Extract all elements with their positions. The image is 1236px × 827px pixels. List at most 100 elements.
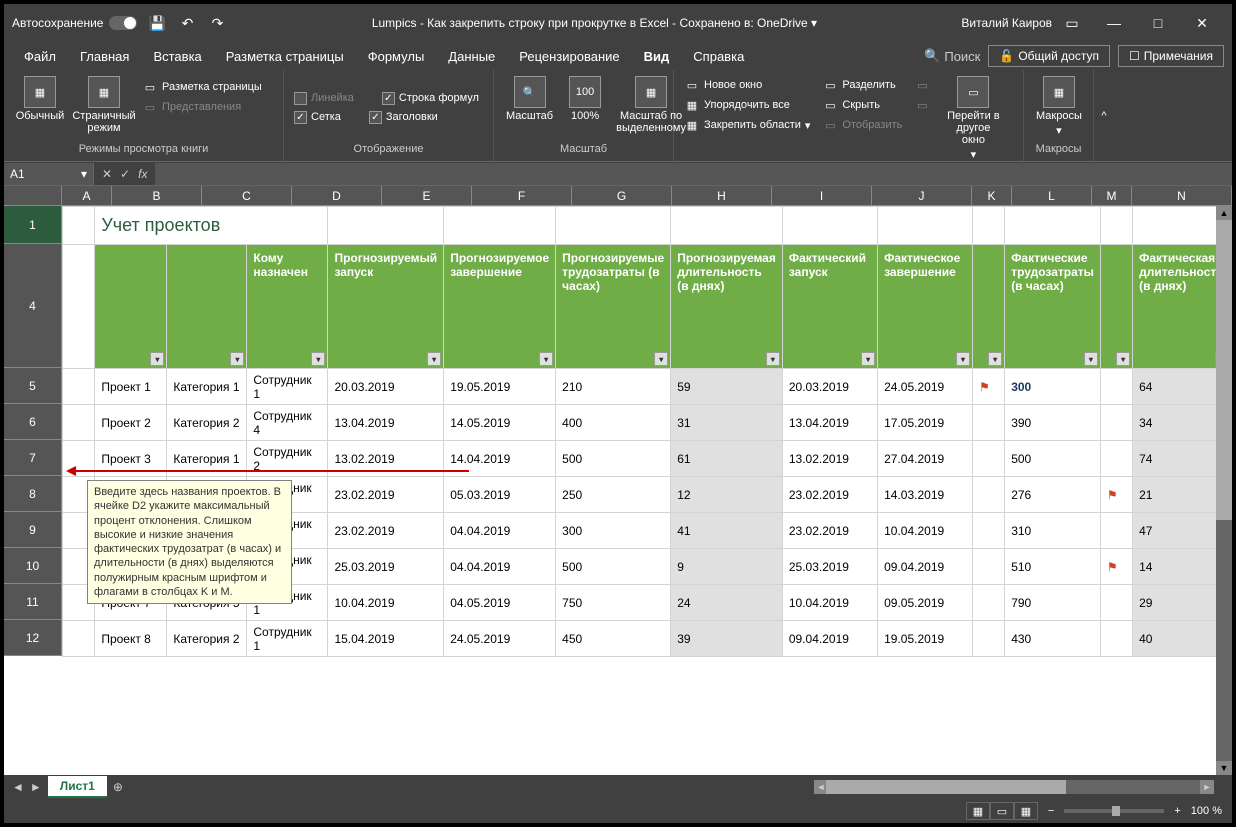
- macros-button[interactable]: ▦Макросы ▾: [1030, 74, 1088, 141]
- tab-review[interactable]: Рецензирование: [507, 45, 631, 68]
- cell[interactable]: 310: [1005, 513, 1101, 549]
- maximize-button[interactable]: □: [1136, 8, 1180, 38]
- arrange-all-button[interactable]: ▦Упорядочить все: [680, 96, 814, 114]
- column-header[interactable]: M: [1092, 186, 1132, 206]
- cell[interactable]: 24.05.2019: [444, 621, 556, 657]
- cell[interactable]: 31: [671, 405, 783, 441]
- select-all-corner[interactable]: [4, 186, 62, 206]
- cell[interactable]: 14.05.2019: [444, 405, 556, 441]
- cell[interactable]: 41: [671, 513, 783, 549]
- cell[interactable]: Проект 8: [95, 621, 167, 657]
- cell[interactable]: 790: [1005, 585, 1101, 621]
- search-box[interactable]: 🔍 Поиск: [924, 48, 980, 64]
- scroll-down-icon[interactable]: ▼: [1216, 761, 1232, 775]
- header-cell[interactable]: Прогнозируемые трудозатраты (в часах)▾: [556, 245, 671, 369]
- cell[interactable]: 12: [671, 477, 783, 513]
- tab-data[interactable]: Данные: [436, 45, 507, 68]
- cell[interactable]: 250: [556, 477, 671, 513]
- cell[interactable]: 276: [1005, 477, 1101, 513]
- column-header[interactable]: N: [1132, 186, 1232, 206]
- column-header[interactable]: L: [1012, 186, 1092, 206]
- reset-window-button[interactable]: ▭: [910, 96, 934, 114]
- filter-button[interactable]: ▾: [654, 352, 668, 366]
- header-cell[interactable]: Фактический запуск▾: [782, 245, 877, 369]
- cell[interactable]: [63, 405, 95, 441]
- share-button[interactable]: 🔓 Общий доступ: [988, 45, 1110, 67]
- column-header[interactable]: I: [772, 186, 872, 206]
- formula-input[interactable]: [155, 163, 1232, 185]
- cell[interactable]: 13.04.2019: [782, 405, 877, 441]
- new-window-button[interactable]: ▭Новое окно: [680, 76, 814, 94]
- row-header[interactable]: 1: [4, 206, 62, 244]
- normal-view-button[interactable]: ▦Обычный: [10, 74, 70, 141]
- fx-icon[interactable]: fx: [138, 167, 147, 181]
- cell[interactable]: Сотрудник 4: [247, 405, 328, 441]
- cell[interactable]: 25.03.2019: [328, 549, 444, 585]
- page-break-view-button[interactable]: ▦Страничный режим: [74, 74, 134, 141]
- unhide-button[interactable]: ▭Отобразить: [818, 116, 906, 134]
- cell[interactable]: Категория 2: [167, 621, 247, 657]
- row-header[interactable]: 4: [4, 244, 62, 368]
- cell[interactable]: [63, 621, 95, 657]
- filter-button[interactable]: ▾: [311, 352, 325, 366]
- collapse-ribbon-button[interactable]: ^: [1094, 70, 1114, 161]
- comments-button[interactable]: ☐ Примечания: [1118, 45, 1224, 67]
- cell[interactable]: 20.03.2019: [782, 369, 877, 405]
- zoom-slider[interactable]: [1064, 809, 1164, 813]
- zoom-100-button[interactable]: 100100%: [563, 74, 607, 141]
- cell[interactable]: 10.04.2019: [878, 513, 973, 549]
- cell[interactable]: ⚑: [972, 369, 1004, 405]
- column-header[interactable]: G: [572, 186, 672, 206]
- filter-button[interactable]: ▾: [427, 352, 441, 366]
- row-header[interactable]: 10: [4, 548, 62, 584]
- sheet-nav-next-icon[interactable]: ►: [30, 780, 42, 794]
- cell[interactable]: [972, 405, 1004, 441]
- cell[interactable]: [63, 207, 95, 245]
- cell[interactable]: ⚑: [1100, 477, 1132, 513]
- cell[interactable]: 09.04.2019: [878, 549, 973, 585]
- cell[interactable]: ⚑: [1100, 549, 1132, 585]
- column-header[interactable]: F: [472, 186, 572, 206]
- normal-view-icon[interactable]: ▦: [966, 802, 990, 820]
- cell[interactable]: 17.05.2019: [878, 405, 973, 441]
- cell[interactable]: 09.04.2019: [782, 621, 877, 657]
- close-button[interactable]: ✕: [1180, 8, 1224, 38]
- header-cell[interactable]: ▾: [1100, 245, 1132, 369]
- cell[interactable]: 09.05.2019: [878, 585, 973, 621]
- cell[interactable]: [1100, 369, 1132, 405]
- row-header[interactable]: 11: [4, 584, 62, 620]
- column-header[interactable]: J: [872, 186, 972, 206]
- cell[interactable]: [972, 513, 1004, 549]
- cell[interactable]: 05.03.2019: [444, 477, 556, 513]
- cell[interactable]: [63, 369, 95, 405]
- cell[interactable]: 19.05.2019: [444, 369, 556, 405]
- cell[interactable]: [444, 207, 556, 245]
- name-box[interactable]: A1▾: [4, 163, 94, 185]
- row-header[interactable]: 12: [4, 620, 62, 656]
- cell[interactable]: 750: [556, 585, 671, 621]
- cell[interactable]: 13.02.2019: [782, 441, 877, 477]
- cell[interactable]: [878, 207, 973, 245]
- cell[interactable]: 23.02.2019: [782, 513, 877, 549]
- sheet-tab[interactable]: Лист1: [48, 776, 107, 798]
- zoom-in-icon[interactable]: +: [1174, 805, 1180, 817]
- headings-checkbox[interactable]: ✓Заголовки: [365, 110, 442, 125]
- hscroll-thumb[interactable]: [826, 780, 1066, 794]
- cell[interactable]: 510: [1005, 549, 1101, 585]
- hide-button[interactable]: ▭Скрыть: [818, 96, 906, 114]
- row-header[interactable]: 9: [4, 512, 62, 548]
- cell[interactable]: Учет проектов: [95, 207, 328, 245]
- column-header[interactable]: E: [382, 186, 472, 206]
- cell[interactable]: [671, 207, 783, 245]
- filter-button[interactable]: ▾: [861, 352, 875, 366]
- cell[interactable]: [972, 621, 1004, 657]
- cell[interactable]: 23.02.2019: [328, 477, 444, 513]
- header-cell[interactable]: ▾: [167, 245, 247, 369]
- cell[interactable]: [972, 441, 1004, 477]
- horizontal-scrollbar[interactable]: ◄ ►: [814, 780, 1214, 794]
- cell[interactable]: 24.05.2019: [878, 369, 973, 405]
- split-button[interactable]: ▭Разделить: [818, 76, 906, 94]
- column-header[interactable]: H: [672, 186, 772, 206]
- row-header[interactable]: 6: [4, 404, 62, 440]
- cell[interactable]: [1100, 621, 1132, 657]
